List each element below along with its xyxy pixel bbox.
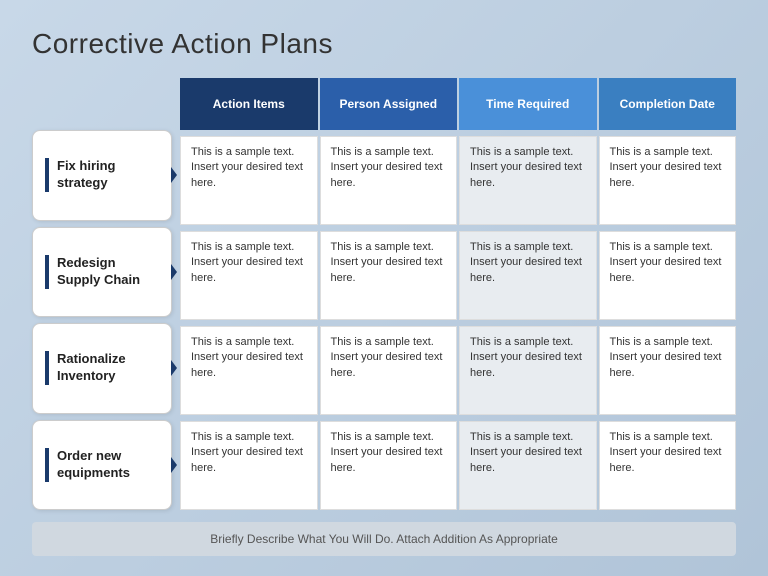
header-col3: Time Required (459, 78, 597, 130)
slide-title: Corrective Action Plans (32, 28, 736, 60)
cell-0-2: This is a sample text. Insert your desir… (459, 136, 597, 225)
cell-1-3: This is a sample text. Insert your desir… (599, 231, 737, 320)
cell-3-1: This is a sample text. Insert your desir… (320, 421, 458, 510)
table-row: This is a sample text. Insert your desir… (180, 326, 736, 415)
cell-1-2: This is a sample text. Insert your desir… (459, 231, 597, 320)
cell-2-2: This is a sample text. Insert your desir… (459, 326, 597, 415)
cell-0-1: This is a sample text. Insert your desir… (320, 136, 458, 225)
table-row: This is a sample text. Insert your desir… (180, 136, 736, 225)
main-grid: Action Items Person Assigned Time Requir… (180, 78, 736, 510)
table-row: This is a sample text. Insert your desir… (180, 231, 736, 320)
row-label-0: Fix hiring strategy (32, 130, 172, 221)
cell-0-0: This is a sample text. Insert your desir… (180, 136, 318, 225)
row-label-3: Order new equipments (32, 420, 172, 511)
row-labels: Fix hiring strategy Redesign Supply Chai… (32, 130, 172, 510)
footer-text: Briefly Describe What You Will Do. Attac… (32, 522, 736, 556)
table-row: This is a sample text. Insert your desir… (180, 421, 736, 510)
header-col4: Completion Date (599, 78, 737, 130)
cell-3-3: This is a sample text. Insert your desir… (599, 421, 737, 510)
header-col1: Action Items (180, 78, 318, 130)
header-col2: Person Assigned (320, 78, 458, 130)
table-wrapper: Fix hiring strategy Redesign Supply Chai… (32, 78, 736, 510)
cell-1-0: This is a sample text. Insert your desir… (180, 231, 318, 320)
cell-2-0: This is a sample text. Insert your desir… (180, 326, 318, 415)
header-row: Action Items Person Assigned Time Requir… (180, 78, 736, 130)
data-rows: This is a sample text. Insert your desir… (180, 136, 736, 510)
cell-3-2: This is a sample text. Insert your desir… (459, 421, 597, 510)
cell-2-3: This is a sample text. Insert your desir… (599, 326, 737, 415)
cell-3-0: This is a sample text. Insert your desir… (180, 421, 318, 510)
cell-0-3: This is a sample text. Insert your desir… (599, 136, 737, 225)
row-label-1: Redesign Supply Chain (32, 227, 172, 318)
cell-2-1: This is a sample text. Insert your desir… (320, 326, 458, 415)
row-label-2: Rationalize Inventory (32, 323, 172, 414)
slide-container: Corrective Action Plans Fix hiring strat… (0, 0, 768, 576)
cell-1-1: This is a sample text. Insert your desir… (320, 231, 458, 320)
